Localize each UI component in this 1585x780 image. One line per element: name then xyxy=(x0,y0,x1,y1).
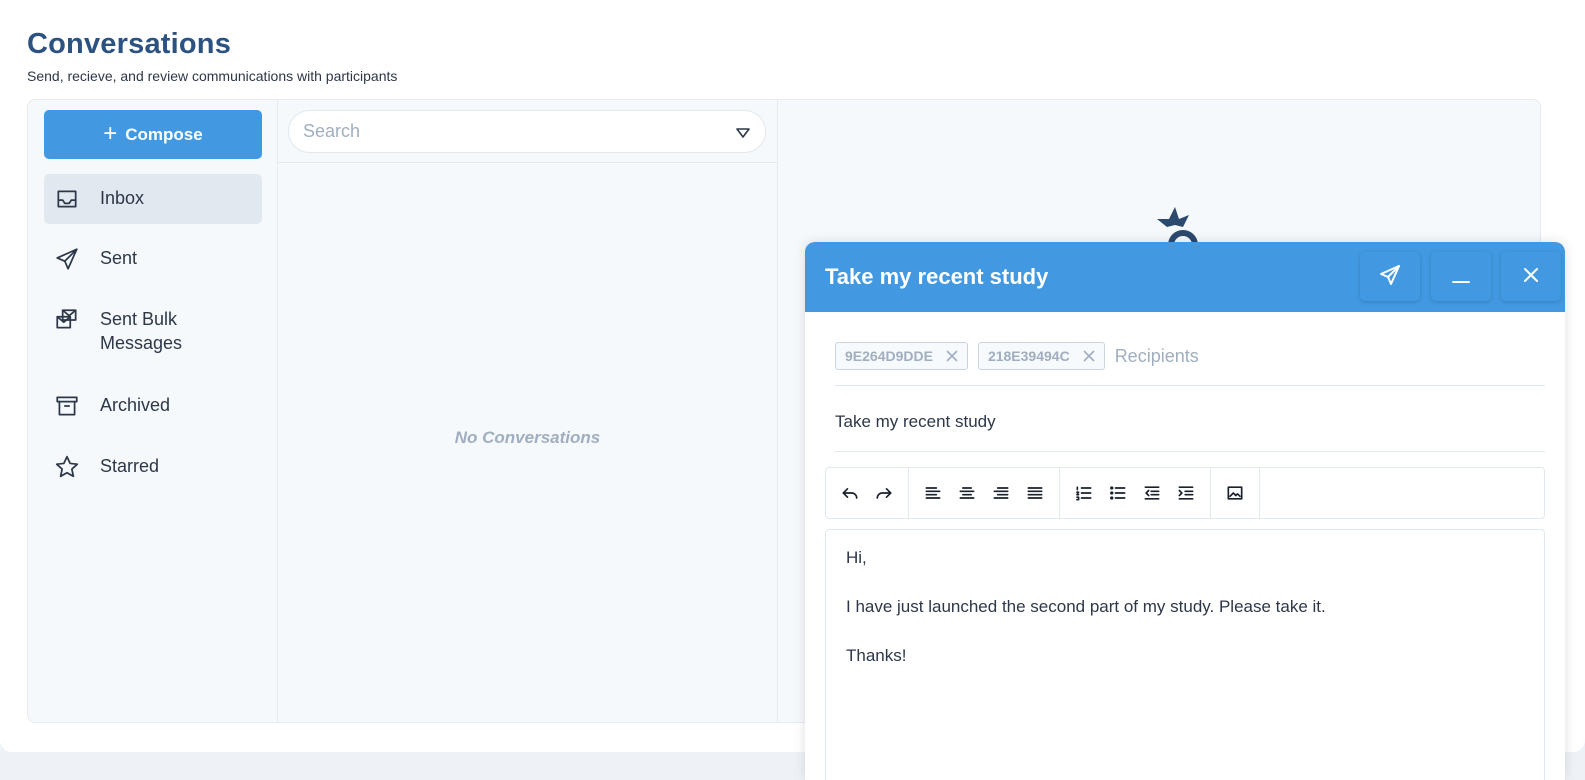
sidebar-item-sent-bulk[interactable]: Sent Bulk Messages xyxy=(44,295,262,367)
plus-icon: + xyxy=(103,119,118,147)
recipients-input[interactable] xyxy=(1114,345,1315,367)
bulk-mail-icon xyxy=(54,307,80,333)
sidebar-item-label: Sent xyxy=(100,248,138,268)
list-group xyxy=(1060,468,1211,518)
sidebar-item-starred[interactable]: Starred xyxy=(44,442,262,492)
conversation-list: No Conversations xyxy=(278,100,778,722)
star-icon xyxy=(54,454,80,480)
body-line: I have just launched the second part of … xyxy=(846,597,1326,616)
history-group xyxy=(826,468,909,518)
sidebar-item-sent[interactable]: Sent xyxy=(44,234,262,284)
align-center-icon[interactable] xyxy=(953,479,981,507)
send-icon xyxy=(1378,263,1402,290)
align-left-icon[interactable] xyxy=(919,479,947,507)
filter-dropdown-icon[interactable] xyxy=(735,126,751,138)
recipient-chip-label: 9E264D9DDE xyxy=(845,348,933,364)
sidebar-item-label: Starred xyxy=(100,456,160,476)
recipient-chip-label: 218E39494C xyxy=(987,348,1070,364)
search-bar xyxy=(288,110,766,153)
remove-recipient-icon[interactable] xyxy=(1082,349,1096,363)
compose-button[interactable]: + Compose xyxy=(44,110,262,159)
sidebar-item-inbox[interactable]: Inbox xyxy=(44,174,262,224)
minimize-icon xyxy=(1449,263,1473,290)
sidebar-item-label: Archived xyxy=(100,395,171,415)
divider xyxy=(278,162,777,163)
send-button[interactable] xyxy=(1360,252,1420,301)
numbered-list-icon[interactable] xyxy=(1070,479,1098,507)
paper-plane-icon xyxy=(54,246,80,272)
remove-recipient-icon[interactable] xyxy=(945,349,959,363)
message-body-editor[interactable]: Hi, I have just launched the second part… xyxy=(825,529,1545,780)
inbox-icon xyxy=(54,186,80,212)
empty-state-text: No Conversations xyxy=(454,428,601,447)
editor-toolbar xyxy=(825,467,1545,519)
body-line: Thanks! xyxy=(846,646,907,665)
compose-label: Compose xyxy=(125,124,203,144)
redo-icon[interactable] xyxy=(870,479,898,507)
image-icon[interactable] xyxy=(1221,479,1249,507)
subject-field[interactable]: Take my recent study xyxy=(835,412,1545,452)
archive-box-icon xyxy=(54,393,80,419)
body-line: Hi, xyxy=(846,548,867,567)
sidebar-item-label: Inbox xyxy=(100,188,145,208)
sidebar-item-label: Sent Bulk Messages xyxy=(100,309,183,353)
insert-group xyxy=(1211,468,1260,518)
sidebar-item-archived[interactable]: Archived xyxy=(44,381,262,431)
compose-header: Take my recent study xyxy=(805,242,1565,312)
indent-icon[interactable] xyxy=(1172,479,1200,507)
recipient-chip: 9E264D9DDE xyxy=(835,342,968,370)
sidebar: + Compose Inbox Sent Sent Bulk Messages … xyxy=(28,100,278,722)
align-group xyxy=(909,468,1060,518)
recipient-chip: 218E39494C xyxy=(977,342,1105,370)
compose-window: Take my recent study 9E264D9DDE 218E3949… xyxy=(805,242,1565,780)
page-title: Conversations xyxy=(27,28,232,60)
align-right-icon[interactable] xyxy=(987,479,1015,507)
page-subtitle: Send, recieve, and review communications… xyxy=(27,68,398,84)
search-input[interactable] xyxy=(303,121,735,142)
recipients-field: 9E264D9DDE 218E39494C xyxy=(835,341,1545,386)
undo-icon[interactable] xyxy=(836,479,864,507)
minimize-button[interactable] xyxy=(1431,252,1491,301)
align-justify-icon[interactable] xyxy=(1021,479,1049,507)
bullet-list-icon[interactable] xyxy=(1104,479,1132,507)
app-logo-icon xyxy=(1157,207,1198,245)
close-icon xyxy=(1519,263,1543,290)
outdent-icon[interactable] xyxy=(1138,479,1166,507)
compose-title: Take my recent study xyxy=(825,264,1049,289)
close-button[interactable] xyxy=(1501,252,1561,301)
